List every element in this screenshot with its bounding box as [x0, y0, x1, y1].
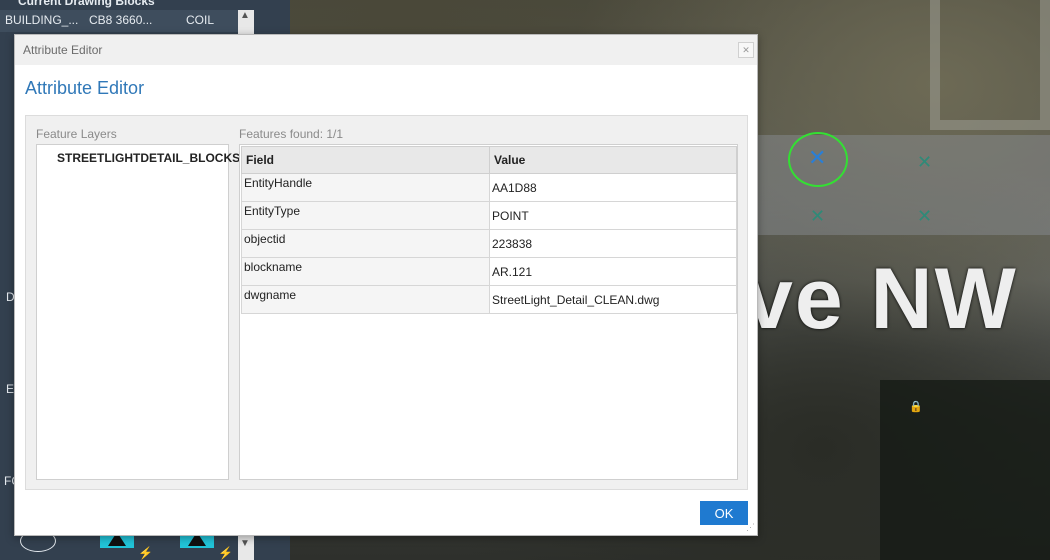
x-marker-icon: ✕: [808, 146, 827, 171]
resize-grip-icon[interactable]: ⋰: [746, 522, 755, 533]
value-cell[interactable]: AR.121: [489, 257, 737, 286]
table-row[interactable]: blockname AR.121: [241, 257, 737, 286]
block-desc-cell: CB8 3660...: [89, 13, 153, 27]
ok-button[interactable]: OK: [700, 501, 748, 525]
table-row[interactable]: EntityHandle AA1D88: [241, 173, 737, 202]
attribute-editor-dialog: Attribute Editor ✕ Attribute Editor Feat…: [14, 34, 758, 536]
field-cell: EntityType: [241, 201, 490, 230]
lock-icon: 🔒: [909, 401, 923, 413]
lightning-icon: ⚡: [138, 546, 153, 560]
x-marker-icon[interactable]: ✕: [917, 152, 932, 173]
scroll-up-icon[interactable]: ▲: [240, 10, 250, 21]
value-cell[interactable]: AA1D88: [489, 173, 737, 202]
blocks-panel-title: Current Drawing Blocks: [18, 0, 155, 8]
block-type-cell: COIL: [186, 13, 215, 27]
features-found-label: Features found: 1/1: [239, 127, 344, 141]
content-panel: Feature Layers STREETLIGHTDETAIL_BLOCKS …: [25, 115, 748, 490]
value-cell[interactable]: POINT: [489, 201, 737, 230]
table-row[interactable]: EntityType POINT: [241, 201, 737, 230]
field-column-header[interactable]: Field: [241, 146, 490, 174]
value-column-header[interactable]: Value: [489, 146, 737, 174]
dialog-title: Attribute Editor: [23, 43, 103, 57]
scroll-down-icon[interactable]: ▼: [240, 538, 250, 549]
table-row[interactable]: dwgname StreetLight_Detail_CLEAN.dwg: [241, 285, 737, 314]
selected-streetlight-marker[interactable]: ✕: [788, 132, 848, 187]
dialog-titlebar[interactable]: Attribute Editor ✕: [15, 35, 757, 65]
feature-layer-item[interactable]: STREETLIGHTDETAIL_BLOCKS: [57, 151, 240, 165]
feature-layers-label: Feature Layers: [36, 127, 117, 141]
close-button[interactable]: ✕: [738, 42, 754, 58]
field-cell: objectid: [241, 229, 490, 258]
side-label: E: [6, 382, 15, 396]
lightning-icon: ⚡: [218, 546, 233, 560]
field-cell: EntityHandle: [241, 173, 490, 202]
tree-shadow: [880, 380, 1050, 560]
attribute-grid[interactable]: Field Value EntityHandle AA1D88 EntityTy…: [239, 144, 738, 480]
field-cell: dwgname: [241, 285, 490, 314]
dialog-heading: Attribute Editor: [25, 78, 145, 98]
feature-layers-list[interactable]: STREETLIGHTDETAIL_BLOCKS: [36, 144, 240, 480]
value-cell[interactable]: 223838: [489, 229, 737, 258]
x-marker-icon[interactable]: ✕: [810, 206, 825, 227]
block-name-cell: BUILDING_...: [5, 13, 79, 27]
street-label: ve NW: [745, 251, 1018, 347]
building-outline: [930, 0, 1050, 130]
attribute-table: Field Value EntityHandle AA1D88 EntityTy…: [241, 146, 737, 314]
field-cell: blockname: [241, 257, 490, 286]
x-marker-icon[interactable]: ✕: [917, 206, 932, 227]
value-cell[interactable]: StreetLight_Detail_CLEAN.dwg: [489, 285, 737, 314]
table-row[interactable]: objectid 223838: [241, 229, 737, 258]
close-icon: ✕: [742, 45, 750, 55]
table-header-row: Field Value: [241, 146, 737, 174]
blocks-list-row[interactable]: BUILDING_... CB8 3660... COIL: [0, 10, 238, 32]
